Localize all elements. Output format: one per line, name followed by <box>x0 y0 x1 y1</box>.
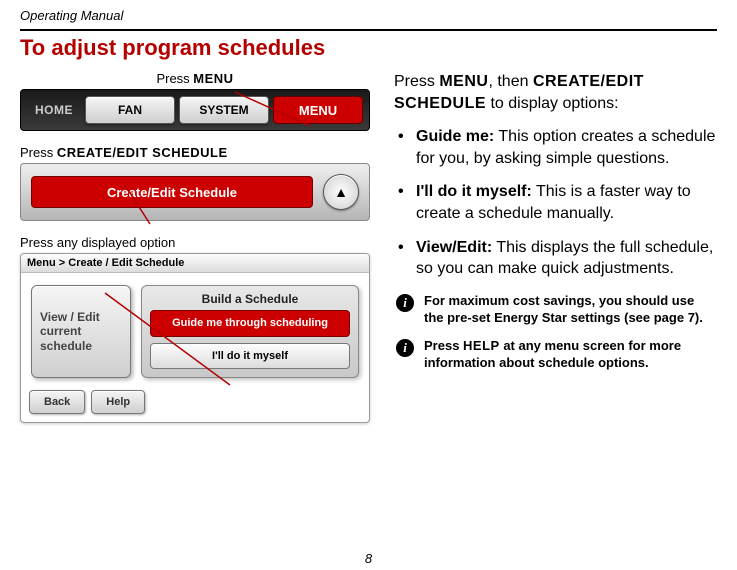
doc-header: Operating Manual <box>20 8 717 23</box>
thermostat-tabbar: HOME FAN SYSTEM MENU <box>20 89 370 131</box>
opt3-name: View/Edit: <box>416 239 492 256</box>
note-energy-star: i For maximum cost savings, you should u… <box>394 292 717 327</box>
note2-seg1: Press <box>424 338 463 353</box>
create-edit-schedule-button[interactable]: Create/Edit Schedule <box>31 176 313 208</box>
up-arrow-icon: ▲ <box>334 184 348 200</box>
fan-button[interactable]: FAN <box>85 96 175 124</box>
page-number: 8 <box>0 551 737 566</box>
option-guide-me: Guide me: This option creates a schedule… <box>394 126 717 169</box>
guide-me-button[interactable]: Guide me through scheduling <box>150 310 350 337</box>
right-column: Press MENU, then CREATE/EDIT SCHEDULE to… <box>394 71 717 423</box>
caption1-bold: MENU <box>193 71 233 86</box>
caption-press-ces: Press CREATE/EDIT SCHEDULE <box>20 145 370 160</box>
option-do-it-myself: I'll do it myself: This is a faster way … <box>394 181 717 224</box>
help-button[interactable]: Help <box>91 390 145 414</box>
schedule-options-panel: Menu > Create / Edit Schedule View / Edi… <box>20 253 370 423</box>
back-button[interactable]: Back <box>29 390 85 414</box>
note2-help-word: HELP <box>463 338 500 353</box>
caption2-prefix: Press <box>20 145 57 160</box>
caption1-prefix: Press <box>156 71 193 86</box>
note-help: i Press HELP at any menu screen for more… <box>394 337 717 372</box>
create-edit-panel: Create/Edit Schedule ▲ <box>20 163 370 221</box>
view-edit-schedule-button[interactable]: View / Edit current schedule <box>31 285 131 378</box>
do-it-myself-button[interactable]: I'll do it myself <box>150 343 350 369</box>
intro-text: Press MENU, then CREATE/EDIT SCHEDULE to… <box>394 71 717 114</box>
note2-text: Press HELP at any menu screen for more i… <box>424 337 717 372</box>
info-icon: i <box>396 294 414 312</box>
left-column: Press MENU HOME FAN SYSTEM MENU Press CR… <box>20 71 370 423</box>
menu-button[interactable]: MENU <box>273 96 363 124</box>
caption-press-option: Press any displayed option <box>20 235 370 250</box>
scroll-up-button[interactable]: ▲ <box>323 174 359 210</box>
build-schedule-group: Build a Schedule Guide me through schedu… <box>141 285 359 378</box>
opt2-name: I'll do it myself: <box>416 183 532 200</box>
build-schedule-title: Build a Schedule <box>150 290 350 310</box>
breadcrumb: Menu > Create / Edit Schedule <box>21 254 369 273</box>
info-icon: i <box>396 339 414 357</box>
intro-seg2: , then <box>488 73 532 90</box>
intro-menu-word: MENU <box>439 73 488 90</box>
intro-seg3: to display options: <box>486 95 619 112</box>
caption-press-menu: Press MENU <box>20 71 370 86</box>
intro-seg1: Press <box>394 73 439 90</box>
opt1-name: Guide me: <box>416 128 494 145</box>
note1-text: For maximum cost savings, you should use… <box>424 292 717 327</box>
page-title: To adjust program schedules <box>20 29 717 61</box>
caption2-bold: CREATE/EDIT SCHEDULE <box>57 145 228 160</box>
system-button[interactable]: SYSTEM <box>179 96 269 124</box>
option-view-edit: View/Edit: This displays the full schedu… <box>394 237 717 280</box>
home-label: HOME <box>27 103 81 117</box>
